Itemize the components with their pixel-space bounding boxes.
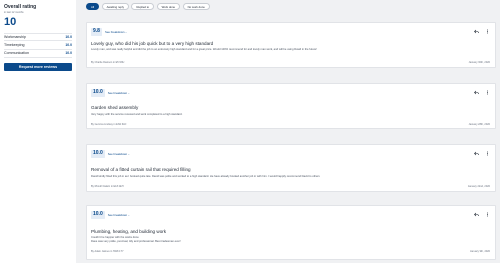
review-score-row: 9.8 See breakdown⌄ bbox=[91, 28, 127, 36]
metric-value: 10.0 bbox=[65, 42, 72, 47]
metric-value: 10.0 bbox=[65, 34, 72, 39]
review-title: Plumbing, heating, and building work bbox=[91, 229, 167, 234]
filter-work-done[interactable]: Work done bbox=[156, 3, 181, 10]
review-score-row: 10.0 See breakdown⌄ bbox=[91, 150, 130, 158]
filter-no-work-done[interactable]: No work done bbox=[182, 3, 210, 10]
review-author: By Gemma Lindsay in EN2 6LD bbox=[91, 123, 127, 126]
overall-rating-score: 10 bbox=[4, 15, 17, 28]
metric-workmanship: Workmanship 10.0 bbox=[4, 32, 72, 41]
review-author: By Rhodri Dalwin in E18 2EH bbox=[91, 185, 124, 188]
review-card: 10.0 See breakdown⌄ Plumbing, heating, a… bbox=[86, 205, 496, 260]
metric-communication: Communication 10.0 bbox=[4, 50, 72, 58]
rating-metrics: Workmanship 10.0 Timekeeping 10.0 Commun… bbox=[4, 32, 72, 58]
review-body: David kindly fitted this job in as I boo… bbox=[91, 175, 320, 178]
review-actions bbox=[474, 29, 490, 34]
see-breakdown-label: See breakdown bbox=[107, 212, 128, 217]
review-score-badge: 10.0 bbox=[91, 211, 105, 219]
review-title: Removal of a fitted curtain rail that re… bbox=[91, 167, 191, 172]
review-actions bbox=[474, 212, 490, 217]
review-date: January 30th, 2020 bbox=[468, 61, 490, 64]
metric-timekeeping: Timekeeping 10.0 bbox=[4, 41, 72, 50]
see-breakdown-link[interactable]: See breakdown⌄ bbox=[108, 152, 130, 156]
review-score-badge: 10.0 bbox=[91, 150, 105, 158]
review-author: By Charlie Davison in E5 9NU bbox=[91, 61, 125, 64]
metric-value: 10.0 bbox=[65, 51, 72, 56]
review-body: Very happy with the service received and… bbox=[91, 113, 183, 116]
review-score-row: 10.0 See breakdown⌄ bbox=[91, 89, 130, 97]
review-card: 10.0 See breakdown⌄ Removal of a fitted … bbox=[86, 144, 496, 192]
review-score-badge: 9.8 bbox=[91, 28, 102, 36]
review-card: 10.0 See breakdown⌄ Garden shed assembly… bbox=[86, 83, 496, 129]
review-body: Lovely man, and was really helpful and d… bbox=[91, 48, 317, 51]
reply-icon[interactable] bbox=[474, 212, 479, 217]
metric-label: Communication bbox=[4, 51, 29, 56]
filter-all[interactable]: All bbox=[86, 3, 100, 10]
reply-icon[interactable] bbox=[474, 151, 479, 156]
chevron-down-icon: ⌄ bbox=[124, 30, 128, 34]
filter-replied-to[interactable]: Replied to bbox=[131, 3, 155, 10]
review-filters: All Awaiting reply Replied to Work done … bbox=[86, 3, 210, 10]
more-options-icon[interactable] bbox=[485, 151, 490, 156]
review-date: January 28th, 2020 bbox=[468, 123, 490, 126]
review-actions bbox=[474, 151, 490, 156]
more-options-icon[interactable] bbox=[485, 90, 490, 95]
more-options-icon[interactable] bbox=[485, 212, 490, 217]
filter-awaiting-reply[interactable]: Awaiting reply bbox=[101, 3, 129, 10]
see-breakdown-link[interactable]: See breakdown⌄ bbox=[108, 91, 130, 95]
rating-summary-panel: Overall rating in last 12 months 10 Work… bbox=[0, 0, 76, 263]
review-title: Lovely guy, who did his job quick but to… bbox=[91, 41, 214, 46]
see-breakdown-link[interactable]: See breakdown⌄ bbox=[105, 30, 127, 34]
see-breakdown-label: See breakdown bbox=[107, 90, 128, 95]
overall-rating-title: Overall rating bbox=[4, 4, 37, 10]
metric-label: Workmanship bbox=[4, 34, 26, 39]
see-breakdown-label: See breakdown bbox=[107, 151, 128, 156]
chevron-down-icon: ⌄ bbox=[127, 91, 130, 95]
review-author: By Adam Jaimes in SW8 1TY bbox=[91, 250, 124, 253]
review-actions bbox=[474, 90, 490, 95]
review-card: 9.8 See breakdown⌄ Lovely guy, who did h… bbox=[86, 22, 496, 68]
metric-label: Timekeeping bbox=[4, 42, 25, 47]
review-body: Couldn't be happier with the works done … bbox=[91, 236, 181, 243]
more-options-icon[interactable] bbox=[485, 29, 490, 34]
see-breakdown-label: See breakdown bbox=[104, 29, 125, 34]
review-score-badge: 10.0 bbox=[91, 89, 105, 97]
request-more-reviews-button[interactable]: Request more reviews bbox=[4, 63, 72, 71]
reply-icon[interactable] bbox=[474, 29, 479, 34]
reply-icon[interactable] bbox=[474, 90, 479, 95]
see-breakdown-link[interactable]: See breakdown⌄ bbox=[108, 213, 130, 217]
chevron-down-icon: ⌄ bbox=[127, 213, 130, 217]
review-score-row: 10.0 See breakdown⌄ bbox=[91, 211, 130, 219]
review-date: January 9th, 2020 bbox=[469, 250, 490, 253]
overall-rating-subtitle: in last 12 months bbox=[4, 10, 24, 14]
review-date: January 22nd, 2020 bbox=[467, 185, 490, 188]
review-title: Garden shed assembly bbox=[91, 105, 139, 110]
chevron-down-icon: ⌄ bbox=[127, 152, 130, 156]
